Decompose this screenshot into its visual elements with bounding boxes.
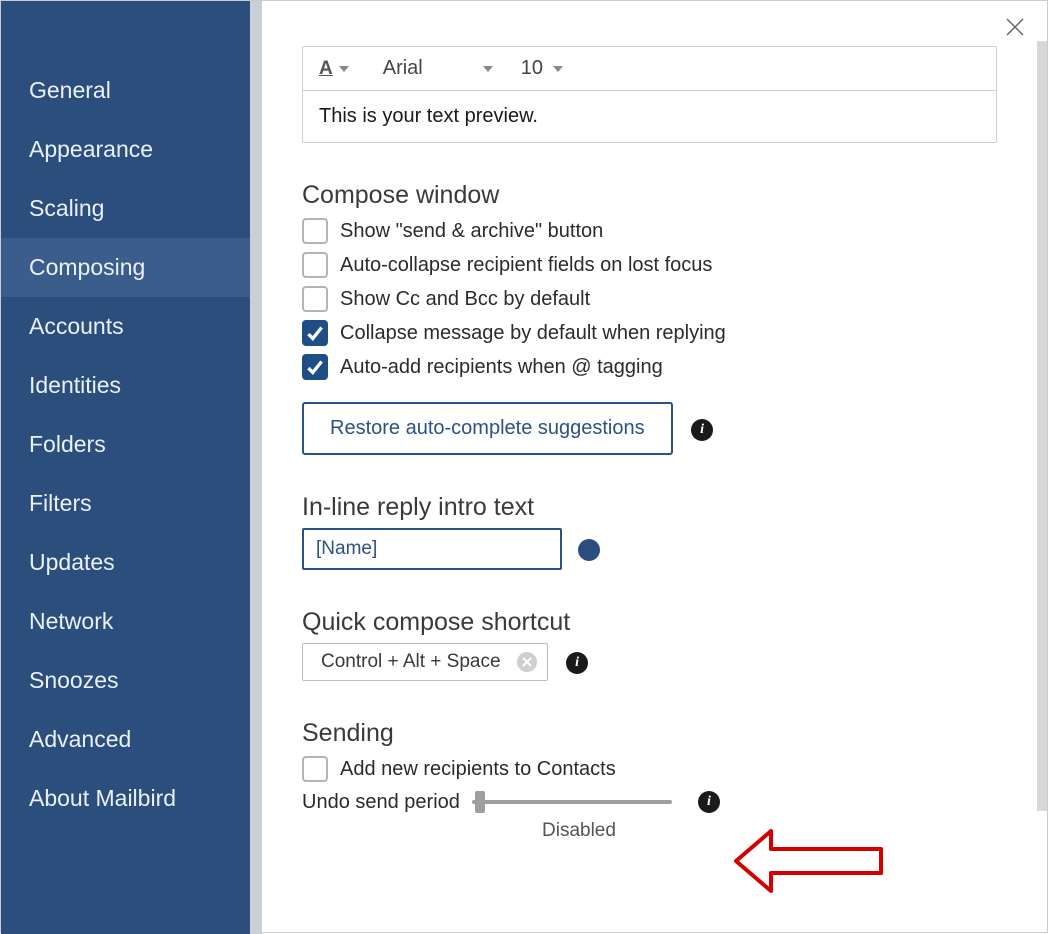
- undo-send-slider[interactable]: [472, 790, 672, 814]
- info-icon[interactable]: i: [691, 419, 713, 441]
- section-title-inline-reply: In-line reply intro text: [302, 493, 1007, 522]
- info-icon[interactable]: i: [698, 791, 720, 813]
- sidebar-item-about[interactable]: About Mailbird: [1, 769, 250, 828]
- checkbox-cc-bcc[interactable]: [302, 286, 328, 312]
- x-icon: [522, 657, 532, 667]
- sidebar-divider: [250, 1, 262, 934]
- checkbox-auto-collapse[interactable]: [302, 252, 328, 278]
- undo-send-value: Disabled: [542, 820, 1007, 842]
- chevron-down-icon: [483, 66, 493, 72]
- checkbox-label: Collapse message by default when replyin…: [340, 322, 726, 345]
- sidebar-item-network[interactable]: Network: [1, 592, 250, 651]
- slider-track: [472, 800, 672, 804]
- info-icon[interactable]: i: [566, 652, 588, 674]
- inline-reply-input[interactable]: [302, 528, 562, 570]
- quick-compose-shortcut-field[interactable]: Control + Alt + Space: [302, 643, 548, 681]
- sidebar-item-advanced[interactable]: Advanced: [1, 710, 250, 769]
- close-icon: [1005, 17, 1025, 37]
- sidebar-item-snoozes[interactable]: Snoozes: [1, 651, 250, 710]
- sidebar-item-filters[interactable]: Filters: [1, 474, 250, 533]
- sidebar-item-general[interactable]: General: [1, 61, 250, 120]
- inline-reply-color-picker[interactable]: [578, 539, 600, 561]
- font-color-button[interactable]: A: [319, 58, 349, 80]
- undo-send-label: Undo send period: [302, 791, 460, 814]
- checkbox-collapse-reply[interactable]: [302, 320, 328, 346]
- shortcut-value: Control + Alt + Space: [321, 651, 501, 673]
- font-color-icon: A: [319, 58, 333, 80]
- font-family-value: Arial: [383, 57, 423, 80]
- scrollbar[interactable]: [1037, 41, 1047, 811]
- sidebar-item-appearance[interactable]: Appearance: [1, 120, 250, 179]
- section-title-quick-compose: Quick compose shortcut: [302, 608, 1007, 637]
- sidebar-item-updates[interactable]: Updates: [1, 533, 250, 592]
- settings-panel: A Arial 10 This is your text preview. Co…: [262, 1, 1047, 934]
- checkbox-label: Show Cc and Bcc by default: [340, 288, 590, 311]
- sidebar-item-identities[interactable]: Identities: [1, 356, 250, 415]
- font-size-value: 10: [521, 57, 543, 80]
- checkbox-label: Auto-add recipients when @ tagging: [340, 356, 663, 379]
- text-preview: This is your text preview.: [303, 91, 996, 142]
- checkbox-auto-add-at[interactable]: [302, 354, 328, 380]
- sidebar-item-scaling[interactable]: Scaling: [1, 179, 250, 238]
- section-title-compose: Compose window: [302, 181, 1007, 210]
- close-button[interactable]: [1005, 17, 1025, 37]
- checkbox-send-archive[interactable]: [302, 218, 328, 244]
- chevron-down-icon: [339, 66, 349, 72]
- checkbox-add-recipients-contacts[interactable]: [302, 756, 328, 782]
- settings-sidebar: General Appearance Scaling Composing Acc…: [1, 1, 250, 934]
- font-toolbar: A Arial 10 This is your text preview.: [302, 46, 997, 143]
- sidebar-item-folders[interactable]: Folders: [1, 415, 250, 474]
- font-size-select[interactable]: 10: [521, 57, 563, 80]
- checkbox-label: Auto-collapse recipient fields on lost f…: [340, 254, 712, 277]
- font-family-select[interactable]: Arial: [383, 57, 493, 80]
- restore-autocomplete-button[interactable]: Restore auto-complete suggestions: [302, 402, 673, 455]
- chevron-down-icon: [553, 66, 563, 72]
- clear-shortcut-button[interactable]: [517, 652, 537, 672]
- sidebar-item-accounts[interactable]: Accounts: [1, 297, 250, 356]
- section-title-sending: Sending: [302, 719, 1007, 748]
- checkbox-label: Show "send & archive" button: [340, 220, 603, 243]
- sidebar-item-composing[interactable]: Composing: [1, 238, 250, 297]
- checkbox-label: Add new recipients to Contacts: [340, 758, 616, 781]
- slider-thumb[interactable]: [475, 791, 485, 813]
